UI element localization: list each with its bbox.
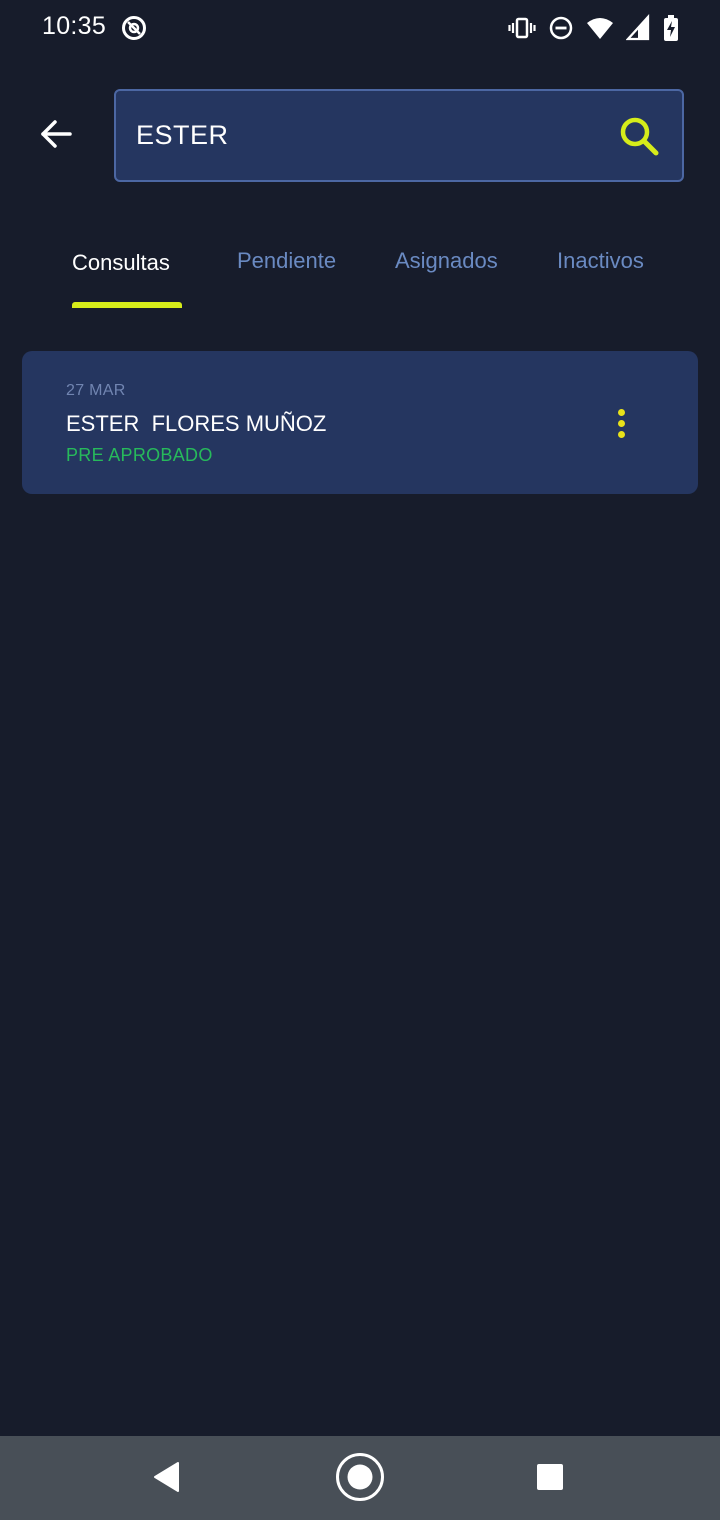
more-vertical-icon[interactable]: [606, 403, 636, 443]
menu-dot: [617, 430, 625, 438]
do-not-disturb-icon: [548, 14, 574, 42]
home-circle-icon: [335, 1452, 385, 1507]
item-name: ESTER FLORES MUÑOZ: [66, 411, 327, 436]
status-time: 10:35: [42, 12, 107, 40]
vibrate-icon: [508, 14, 536, 42]
menu-dot: [617, 408, 625, 416]
item-status-badge: PRE APROBADO: [66, 445, 213, 465]
tab-inactivos[interactable]: Inactivos: [557, 248, 644, 274]
status-icons: [508, 14, 680, 42]
screen: 10:35 ESTER Consultas Pendiente Asignado…: [0, 0, 720, 1520]
menu-dot: [617, 419, 625, 427]
nav-recents-button[interactable]: [525, 1454, 575, 1504]
nav-home-button[interactable]: [335, 1452, 385, 1507]
arrow-left-icon: [39, 119, 73, 154]
status-bar: 10:35: [0, 0, 720, 56]
battery-charging-icon: [662, 14, 680, 42]
list-item[interactable]: 27 MAR ESTER FLORES MUÑOZ PRE APROBADO: [22, 351, 698, 494]
tab-consultas[interactable]: Consultas: [72, 250, 170, 276]
tab-asignados[interactable]: Asignados: [395, 248, 498, 274]
recents-square-icon: [536, 1463, 564, 1496]
wifi-icon: [586, 14, 614, 42]
tab-pendiente[interactable]: Pendiente: [237, 248, 336, 274]
tab-active-indicator: [72, 302, 182, 308]
search-input[interactable]: [136, 113, 606, 157]
search-icon[interactable]: [618, 115, 662, 159]
signal-icon: [625, 14, 650, 42]
item-date: 27 MAR: [66, 382, 126, 399]
search-box: [114, 89, 684, 182]
nav-back-button[interactable]: [142, 1454, 192, 1504]
tab-bar: Consultas Pendiente Asignados Inactivos: [0, 236, 720, 312]
back-triangle-icon: [152, 1461, 182, 1498]
back-button[interactable]: [34, 114, 78, 158]
at-sign-icon: [120, 14, 148, 42]
system-nav-bar: [0, 1436, 720, 1520]
